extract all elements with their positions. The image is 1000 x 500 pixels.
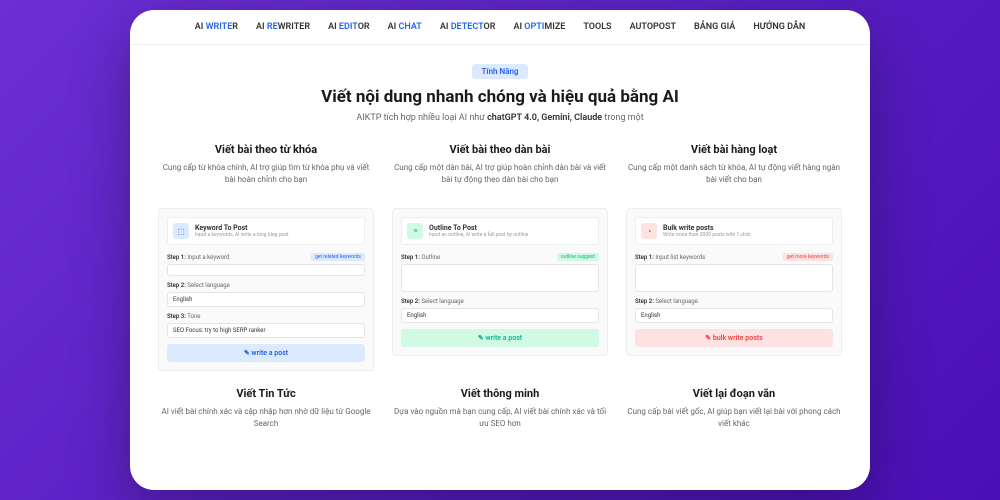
preview-card: ◔ Bulk write postsWrite more than 2000 po… <box>626 208 842 356</box>
preview-sub: Input an outline, AI write a full post b… <box>429 232 528 238</box>
feature2-col-1: Viết thông minh Dựa vào nguồn mà bạn cung… <box>392 387 608 442</box>
helper-tag[interactable]: get related keywords <box>311 253 365 261</box>
preview-sub: Write more than 2000 posts with 1 click <box>663 232 751 238</box>
input-field[interactable] <box>401 264 599 292</box>
nav-item-5[interactable]: AI OPTIMIZE <box>513 22 565 32</box>
features-grid: Viết bài theo từ khóa Cung cấp từ khóa ch… <box>130 133 870 387</box>
feature-desc: Cung cấp một danh sách từ khóa, AI tự độ… <box>626 162 842 196</box>
preview-title: Outline To Post <box>429 224 528 232</box>
preview-icon: ◔ <box>641 223 657 239</box>
feature-desc: Cung cấp một dàn bài, AI trợ giúp hoàn c… <box>392 162 608 196</box>
preview-title: Keyword To Post <box>195 224 289 232</box>
lang-select[interactable]: English <box>401 308 599 323</box>
nav-item-3[interactable]: AI CHAT <box>388 22 422 32</box>
preview-icon: ≡ <box>407 223 423 239</box>
nav-item-1[interactable]: AI REWRITER <box>256 22 310 32</box>
hero: Tính Năng Viết nội dung nhanh chóng và h… <box>130 45 870 133</box>
main-card: AI WRITER AI REWRITER AI EDITOR AI CHAT AI D… <box>130 10 870 490</box>
nav-item-2[interactable]: AI EDITOR <box>328 22 370 32</box>
feature-title: Viết Tin Tức <box>158 387 374 400</box>
feature-title: Viết bài theo dàn bài <box>392 143 608 156</box>
feature-col-1: Viết bài theo dàn bài Cung cấp một dàn bà… <box>392 143 608 371</box>
lang-select[interactable]: English <box>635 308 833 323</box>
action-button[interactable]: ✎ write a post <box>401 329 599 347</box>
action-button[interactable]: ✎ bulk write posts <box>635 329 833 347</box>
nav-item-6[interactable]: TOOLS <box>583 22 611 32</box>
feature2-col-0: Viết Tin Tức AI viết bài chính xác và cập… <box>158 387 374 442</box>
feature-desc: Cung cấp từ khóa chính, AI trợ giúp tìm … <box>158 162 374 196</box>
feature-desc: Dựa vào nguồn mà bạn cung cấp, AI viết b… <box>392 406 608 430</box>
lang-select[interactable]: English <box>167 292 365 307</box>
preview-title: Bulk write posts <box>663 224 751 232</box>
feature-badge: Tính Năng <box>472 64 529 79</box>
preview-icon: ⬚ <box>173 223 189 239</box>
preview-card: ⬚ Keyword To PostInput a keywords, AI wri… <box>158 208 374 371</box>
input-field[interactable] <box>635 264 833 292</box>
feature-title: Viết lại đoạn văn <box>626 387 842 400</box>
feature-desc: AI viết bài chính xác và cập nhập hơn nh… <box>158 406 374 430</box>
feature-title: Viết bài theo từ khóa <box>158 143 374 156</box>
nav-item-9[interactable]: HƯỚNG DẪN <box>753 22 805 32</box>
helper-tag[interactable]: outline suggest <box>557 253 599 261</box>
features-row2: Viết Tin Tức AI viết bài chính xác và cập… <box>130 387 870 458</box>
hero-subtitle: AIKTP tích hợp nhiều loại AI như chatGPT… <box>150 113 850 123</box>
feature-col-2: Viết bài hàng loạt Cung cấp một danh sách… <box>626 143 842 371</box>
nav-item-0[interactable]: AI WRITER <box>195 22 238 32</box>
helper-tag[interactable]: get more keywords <box>783 253 833 261</box>
feature-desc: Cung cấp bài viết gốc, AI giúp bạn viết … <box>626 406 842 430</box>
feature-title: Viết thông minh <box>392 387 608 400</box>
top-nav: AI WRITER AI REWRITER AI EDITOR AI CHAT AI D… <box>130 10 870 45</box>
preview-card: ≡ Outline To PostInput an outline, AI wri… <box>392 208 608 356</box>
preview-sub: Input a keywords, AI write a long blog p… <box>195 232 289 238</box>
input-field[interactable] <box>167 264 365 276</box>
nav-item-7[interactable]: AUTOPOST <box>630 22 676 32</box>
tone-select[interactable]: SEO Focus: try to high SERP ranker <box>167 323 365 338</box>
nav-item-8[interactable]: BẢNG GIÁ <box>694 22 735 32</box>
action-button[interactable]: ✎ write a post <box>167 344 365 362</box>
hero-title: Viết nội dung nhanh chóng và hiệu quả bằ… <box>150 87 850 107</box>
feature2-col-2: Viết lại đoạn văn Cung cấp bài viết gốc, … <box>626 387 842 442</box>
feature-title: Viết bài hàng loạt <box>626 143 842 156</box>
nav-item-4[interactable]: AI DETECTOR <box>440 22 496 32</box>
feature-col-0: Viết bài theo từ khóa Cung cấp từ khóa ch… <box>158 143 374 371</box>
